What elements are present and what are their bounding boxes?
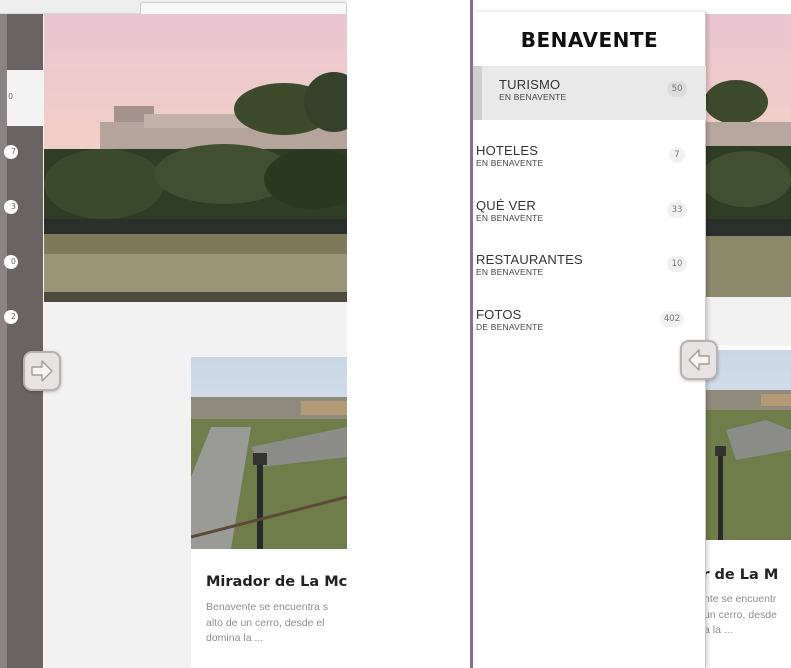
menu-item-label: TURISMO bbox=[499, 77, 561, 92]
hero-castle-image bbox=[44, 14, 347, 302]
card-photo bbox=[191, 357, 347, 549]
rail-count-2: 7 bbox=[4, 145, 18, 159]
browser-tab-bar bbox=[0, 0, 347, 14]
card-description: nte se encuentr un cerro, desde a la ... bbox=[706, 593, 777, 636]
rail-count-4: 0 bbox=[4, 255, 18, 269]
place-card[interactable]: dor de La M nte se encuentr un cerro, de… bbox=[706, 540, 791, 668]
rail-count-3: 3 bbox=[4, 200, 18, 214]
place-card[interactable]: Mirador de La Mc Benavente se encuentra … bbox=[191, 549, 347, 668]
count-badge: 50 bbox=[667, 81, 687, 97]
rail-count-5: 2 bbox=[4, 310, 18, 324]
rail-strip bbox=[0, 14, 7, 668]
menu-item-restaurantes[interactable]: RESTAURANTES EN BENAVENTE 10 bbox=[473, 241, 706, 295]
drawer-title: BENAVENTE bbox=[520, 28, 659, 52]
hero-castle-image bbox=[706, 14, 791, 297]
frame-border bbox=[470, 0, 473, 668]
menu-item-sublabel: EN BENAVENTE bbox=[476, 158, 544, 168]
browser-tab[interactable] bbox=[140, 2, 347, 14]
content-background bbox=[706, 297, 791, 345]
menu-item-sublabel: DE BENAVENTE bbox=[476, 322, 544, 332]
card-photo bbox=[706, 350, 791, 540]
menu-item-label: QUÉ VER bbox=[476, 198, 536, 213]
menu-item-sublabel: EN BENAVENTE bbox=[476, 213, 544, 223]
count-badge: 33 bbox=[667, 202, 687, 218]
card-title[interactable]: dor de La M bbox=[706, 567, 778, 583]
count-badge: 10 bbox=[667, 256, 687, 272]
menu-item-sublabel: EN BENAVENTE bbox=[476, 267, 544, 277]
menu-item-que-ver[interactable]: QUÉ VER EN BENAVENTE 33 bbox=[473, 187, 706, 241]
menu-item-sublabel: EN BENAVENTE bbox=[499, 92, 567, 102]
navigation-drawer: BENAVENTE TURISMO EN BENAVENTE 50 HOTELE… bbox=[473, 12, 706, 668]
count-badge: 402 bbox=[660, 311, 684, 327]
menu-item-fotos[interactable]: FOTOS DE BENAVENTE 402 bbox=[473, 296, 706, 350]
rail-count-1: 0 bbox=[8, 92, 14, 101]
menu-item-hoteles[interactable]: HOTELES EN BENAVENTE 7 bbox=[473, 132, 706, 186]
menu-item-label: HOTELES bbox=[476, 143, 539, 158]
back-arrow-button[interactable] bbox=[680, 340, 718, 380]
arrow-left-icon bbox=[688, 349, 710, 371]
next-arrow-button[interactable] bbox=[23, 351, 61, 391]
card-description: Benavente se encuentra s alto de un cerr… bbox=[206, 601, 329, 644]
arrow-right-icon bbox=[31, 360, 53, 382]
menu-item-label: RESTAURANTES bbox=[476, 252, 583, 267]
menu-item-turismo[interactable]: TURISMO EN BENAVENTE 50 bbox=[473, 66, 706, 120]
right-screen: dor de La M nte se encuentr un cerro, de… bbox=[470, 0, 791, 668]
card-title[interactable]: Mirador de La Mc bbox=[206, 574, 347, 590]
count-badge: 7 bbox=[669, 147, 685, 163]
collapsed-sidebar[interactable] bbox=[0, 14, 43, 668]
left-screen: 0 7 3 0 2 Mirador de La Mc Benavente se … bbox=[0, 0, 347, 668]
menu-item-label: FOTOS bbox=[476, 307, 522, 322]
